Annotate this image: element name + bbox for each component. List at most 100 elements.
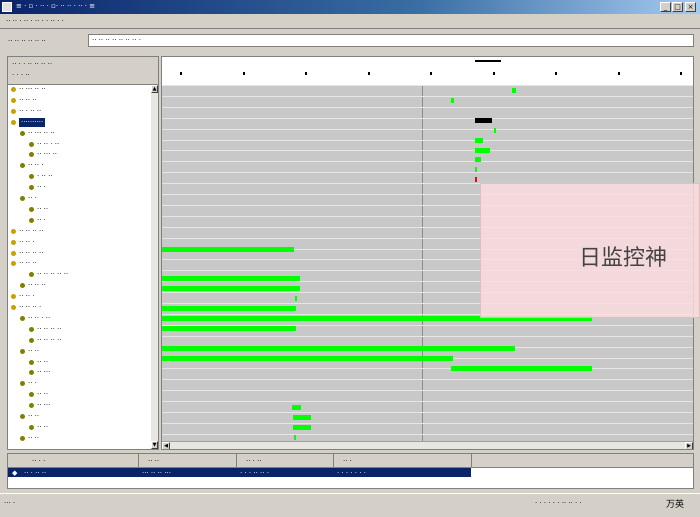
tree-item[interactable]: ·· ··· ··	[8, 150, 151, 159]
maximize-button[interactable]: □	[672, 2, 683, 12]
timeline-bar[interactable]	[162, 286, 301, 292]
watermark-overlay: 日监控神	[480, 183, 700, 318]
watermark-text: 日监控神	[579, 246, 668, 271]
timeline-bar[interactable]	[493, 127, 496, 133]
tree-item[interactable]: ·· ··	[8, 347, 151, 356]
tree-item[interactable]: ·· ·· · ··	[8, 140, 151, 149]
timeline-bar[interactable]	[162, 355, 453, 361]
status-info: · · · · · · ·· ·· · ·	[535, 499, 582, 507]
status-text: ··· ·	[4, 499, 16, 507]
tree-item[interactable]: ·· ·· ·· ··	[8, 336, 151, 345]
minimize-button[interactable]: _	[660, 2, 671, 12]
timeline-bar[interactable]	[162, 276, 301, 282]
tree-item-label: ·· ··	[37, 390, 49, 399]
tree-item[interactable]: ·· ···	[8, 368, 151, 377]
column-header-4[interactable]: ·· ·	[343, 457, 352, 465]
timeline-bar[interactable]	[475, 167, 478, 173]
tree-item-label: ·· ·· ·	[19, 292, 35, 301]
time-tick	[305, 72, 307, 75]
tree-item[interactable]: ·· ·· ··	[8, 96, 151, 105]
task-status-icon	[29, 337, 34, 343]
tree-item[interactable]: ·· ·· ·· ··	[8, 227, 151, 236]
task-status-icon	[11, 97, 16, 103]
tree-item[interactable]: ·· ·· ·	[8, 292, 151, 301]
timeline-bar[interactable]	[475, 157, 481, 163]
tree-item[interactable]: ·· ·· ·	[8, 161, 151, 170]
tree-item-label: ·· ··· ·· ··	[28, 128, 55, 137]
tree-item[interactable]: ·· ··	[8, 434, 151, 443]
menu-items[interactable]: ·· ·· · ·· · ·· · · ·· · ·	[6, 17, 64, 25]
tree-item[interactable]: ·· ··	[8, 390, 151, 399]
scroll-up-arrow-icon[interactable]: ▲	[151, 85, 158, 93]
tree-item[interactable]: ·· ··	[8, 423, 151, 432]
column-header-1[interactable]: ·· · ·	[32, 457, 45, 465]
timeline-bar[interactable]	[162, 345, 516, 351]
timeline-bar[interactable]	[451, 365, 593, 371]
tree-item-label: ·· ·· ·· ··	[19, 226, 44, 235]
timeline-bar[interactable]	[162, 246, 294, 252]
ime-indicator[interactable]: 万英	[666, 497, 684, 510]
tree-item[interactable]: ··········	[8, 117, 151, 127]
timeline-bar[interactable]	[162, 326, 296, 332]
tree-header-line1: ·· · · ·· ·· ·· ··	[12, 60, 53, 68]
timeline-bar[interactable]	[475, 177, 478, 183]
timeline-horizontal-scrollbar[interactable]: ◀ ▶	[162, 441, 693, 449]
tree-item[interactable]: · ·· ··	[8, 172, 151, 181]
tree-item[interactable]: ·· ··	[8, 205, 151, 214]
column-header-3[interactable]: ·· · ··	[246, 457, 262, 465]
timeline-bar[interactable]	[512, 88, 516, 93]
row-gridline	[162, 139, 693, 141]
tree-item[interactable]: ·· ·	[8, 183, 151, 192]
scroll-right-arrow-icon[interactable]: ▶	[685, 442, 693, 449]
timeline-bar[interactable]	[475, 147, 491, 153]
filter-input[interactable]: ·· ·· ·· ·· ·· ·· ·· ·	[88, 34, 694, 47]
column-header-2[interactable]: ·· ··	[148, 457, 159, 465]
close-button[interactable]: ×	[685, 2, 696, 12]
tree-item[interactable]: ·· ··· ·· ··	[8, 85, 151, 94]
task-status-icon	[29, 392, 34, 398]
timeline-header	[162, 57, 693, 86]
tree-item[interactable]: ·· ···	[8, 401, 151, 410]
timeline-bar[interactable]	[292, 405, 302, 411]
tree-item[interactable]: ·· ··· ·· ··	[8, 129, 151, 138]
row-gridline	[162, 401, 693, 403]
tree-item[interactable]: ·· ·· · ··	[8, 314, 151, 323]
tree-item[interactable]: ·· ·· ··	[8, 259, 151, 268]
tree-item[interactable]: ·· ··	[8, 412, 151, 421]
tree-item-label: ·· ··	[37, 357, 49, 366]
tree-item[interactable]: ·· ··	[8, 358, 151, 367]
tree-item[interactable]: ·· ·· ·· ··	[8, 325, 151, 334]
tree-item[interactable]: ·· ·	[8, 379, 151, 388]
timeline-bar[interactable]	[294, 296, 297, 302]
app-icon	[2, 2, 12, 12]
tree-item[interactable]: ·· ·· ··	[8, 281, 151, 290]
tree-item[interactable]: ·· ·	[8, 216, 151, 225]
row-status-icon: ◆	[12, 469, 18, 477]
tree-item[interactable]: ·· ·· ·· ··	[8, 249, 151, 258]
tree-item[interactable]: ·· · ·· ··	[8, 107, 151, 116]
task-status-icon	[29, 326, 34, 332]
tree-item[interactable]: ·· ·	[8, 194, 151, 203]
scroll-left-arrow-icon[interactable]: ◀	[162, 442, 170, 449]
tree-vertical-scrollbar[interactable]: ▲ ▼	[151, 85, 158, 449]
timeline-bar[interactable]	[294, 435, 297, 441]
job-table: ·· · · ·· ·· ·· · ·· ·· · ◆ ·· · ·· ·· ·…	[7, 453, 694, 489]
tree-item[interactable]: ·· ·· ·	[8, 238, 151, 247]
task-status-icon	[20, 163, 25, 169]
time-tick	[242, 72, 245, 75]
row-gridline	[162, 172, 693, 174]
timeline-bar[interactable]	[162, 306, 296, 312]
timeline-bar[interactable]	[293, 415, 311, 421]
tree-item-label: ·· ·· ··	[19, 259, 37, 268]
table-row[interactable]: ◆ ·· · ·· ·· ··· ·· ·· ··· · · · ·· ·· ·…	[8, 468, 471, 477]
tree-item[interactable]: ·· ·· ·· ·· ··	[8, 270, 151, 279]
title-bar: ≡ · ▫ · ·· · ▫· ·· ·· · ·· · ≡ _ □ ×	[0, 0, 700, 14]
tree-item[interactable]: ·· ·· ·· ·	[8, 303, 151, 312]
timeline-bar[interactable]	[451, 97, 455, 103]
timeline-bar[interactable]	[475, 117, 493, 123]
scroll-down-arrow-icon[interactable]: ▼	[151, 441, 158, 449]
timeline-bar[interactable]	[475, 137, 484, 143]
timeline-bar[interactable]	[293, 425, 311, 431]
task-status-icon	[29, 424, 34, 430]
task-status-icon	[11, 250, 16, 256]
